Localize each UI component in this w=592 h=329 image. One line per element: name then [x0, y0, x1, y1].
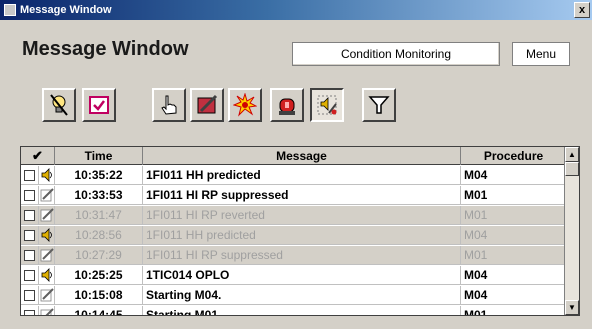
- window-title: Message Window: [20, 4, 112, 16]
- table-row[interactable]: 10:35:22 1FI011 HH predicted M04: [21, 166, 566, 185]
- menu-button[interactable]: Menu: [512, 42, 570, 66]
- toolbar-button-alarm[interactable]: [228, 88, 262, 122]
- row-checkbox-cell[interactable]: [21, 266, 39, 285]
- explosion-alarm-icon: [233, 93, 257, 117]
- filter-funnel-icon: [368, 96, 390, 114]
- lightbulb-icon: [50, 94, 68, 116]
- row-message: Starting M04.: [143, 286, 461, 305]
- column-header-procedure[interactable]: Procedure: [461, 147, 566, 165]
- note-pencil-icon: [39, 306, 55, 315]
- row-checkbox-cell[interactable]: [21, 226, 39, 245]
- table-header: ✔ Time Message Procedure: [21, 147, 566, 165]
- note-pencil-icon: [39, 206, 55, 225]
- row-time: 10:14:45: [55, 306, 143, 315]
- row-procedure: M04: [464, 288, 488, 302]
- audio-alarm-icon: [39, 226, 55, 245]
- table-row[interactable]: 10:33:53 1FI011 HI RP suppressed M01: [21, 186, 566, 205]
- row-procedure: M04: [464, 268, 488, 282]
- pencil-icon: [197, 94, 218, 114]
- message-table: ✔ Time Message Procedure 10:35:22 1FI011 …: [20, 146, 580, 316]
- select-all-check-header[interactable]: ✔: [21, 147, 55, 165]
- row-message: 1FI011 HI RP suppressed: [143, 246, 461, 265]
- vertical-scrollbar[interactable]: ▲ ▼: [564, 147, 579, 315]
- row-time: 10:25:25: [55, 266, 143, 285]
- scroll-up-button[interactable]: ▲: [565, 147, 579, 162]
- window-icon: [4, 4, 16, 16]
- row-checkbox[interactable]: [24, 230, 35, 241]
- hand-pointer-icon: [161, 95, 177, 115]
- row-procedure: M01: [464, 188, 488, 202]
- row-checkbox[interactable]: [24, 310, 35, 315]
- beacon-alarm-icon: [279, 98, 295, 115]
- row-checkbox[interactable]: [24, 190, 35, 201]
- row-checkbox[interactable]: [24, 290, 35, 301]
- title-bar: Message Window x: [0, 0, 592, 20]
- row-checkbox[interactable]: [24, 210, 35, 221]
- audio-alarm-icon: [39, 166, 55, 185]
- condition-monitoring-button[interactable]: Condition Monitoring: [292, 42, 500, 66]
- toolbar-button-note[interactable]: [190, 88, 224, 122]
- row-procedure: M01: [464, 248, 488, 262]
- row-message: 1FI011 HI RP suppressed: [143, 186, 461, 205]
- row-procedure: M01: [464, 308, 488, 316]
- close-button[interactable]: x: [574, 2, 590, 18]
- toolbar-button-beacon[interactable]: [270, 88, 304, 122]
- table-row[interactable]: 10:28:56 1FI011 HH predicted M04: [21, 226, 566, 245]
- row-checkbox[interactable]: [24, 170, 35, 181]
- row-checkbox[interactable]: [24, 270, 35, 281]
- scroll-thumb[interactable]: [565, 162, 579, 176]
- row-checkbox[interactable]: [24, 250, 35, 261]
- row-message: Starting M01: [143, 306, 461, 315]
- row-checkbox-cell[interactable]: [21, 166, 39, 185]
- row-checkbox-cell[interactable]: [21, 286, 39, 305]
- row-message: 1FI011 HH predicted: [143, 226, 461, 245]
- column-header-message[interactable]: Message: [143, 147, 461, 165]
- row-time: 10:15:08: [55, 286, 143, 305]
- table-row[interactable]: 10:31:47 1FI011 HI RP reverted M01: [21, 206, 566, 225]
- scroll-down-button[interactable]: ▼: [565, 300, 579, 315]
- audio-note-filter-icon: [317, 95, 337, 115]
- row-time: 10:35:22: [55, 166, 143, 185]
- table-row[interactable]: 10:15:08 Starting M04. M04: [21, 286, 566, 305]
- row-checkbox-cell[interactable]: [21, 186, 39, 205]
- column-header-time[interactable]: Time: [55, 147, 143, 165]
- row-message: 1FI011 HH predicted: [143, 166, 461, 185]
- note-pencil-icon: [39, 286, 55, 305]
- row-time: 10:33:53: [55, 186, 143, 205]
- checkbox-acknowledge-icon: [89, 96, 109, 114]
- toolbar-button-select[interactable]: [152, 88, 186, 122]
- row-message: 1FI011 HI RP reverted: [143, 206, 461, 225]
- note-pencil-icon: [39, 246, 55, 265]
- row-time: 10:31:47: [55, 206, 143, 225]
- toolbar-button-sound-filter[interactable]: [310, 88, 344, 122]
- row-time: 10:28:56: [55, 226, 143, 245]
- toolbar-button-lightbulb[interactable]: [42, 88, 76, 122]
- row-checkbox-cell[interactable]: [21, 306, 39, 315]
- row-procedure: M04: [464, 228, 488, 242]
- row-checkbox-cell[interactable]: [21, 206, 39, 225]
- table-row[interactable]: 10:14:45 Starting M01 M01: [21, 306, 566, 316]
- toolbar-button-filter[interactable]: [362, 88, 396, 122]
- toolbar-button-acknowledge[interactable]: [82, 88, 116, 122]
- table-row[interactable]: 10:25:25 1TIC014 OPLO M04: [21, 266, 566, 285]
- row-procedure: M01: [464, 208, 488, 222]
- row-procedure: M04: [464, 168, 488, 182]
- note-pencil-icon: [39, 186, 55, 205]
- page-title: Message Window: [22, 38, 189, 60]
- table-row[interactable]: 10:27:29 1FI011 HI RP suppressed M01: [21, 246, 566, 265]
- row-message: 1TIC014 OPLO: [143, 266, 461, 285]
- row-checkbox-cell[interactable]: [21, 246, 39, 265]
- audio-alarm-icon: [39, 266, 55, 285]
- row-time: 10:27:29: [55, 246, 143, 265]
